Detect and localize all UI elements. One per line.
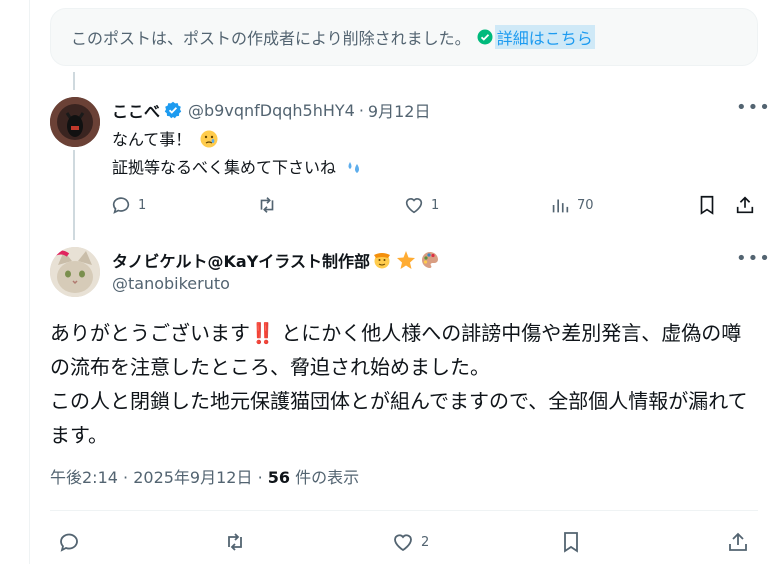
reply-button[interactable] [57, 530, 81, 554]
post-date[interactable]: 2025年9月12日 [133, 468, 252, 487]
palette-emoji-icon [421, 252, 438, 268]
post-author-name[interactable]: タノビケルト@KaYイラスト制作部 [112, 248, 370, 272]
artist-emoji-icon [373, 253, 390, 269]
deleted-notice-text: このポストは、ポストの作成者により削除されました。 [71, 29, 471, 48]
details-link[interactable]: 詳細はこちら [494, 25, 595, 49]
check-circle-icon [477, 29, 493, 45]
views-button[interactable]: 70 [549, 194, 594, 216]
meta-separator: · [358, 100, 364, 120]
share-icon [736, 196, 754, 214]
post-header: タノビケルト@KaYイラスト制作部 [112, 248, 440, 272]
post-timestamp: 午後2:14 · 2025年9月12日 · 56 件の表示 [50, 468, 360, 487]
sweat-droplets-emoji-icon [348, 162, 360, 173]
heart-icon [405, 198, 423, 214]
reply-count: 1 [138, 197, 147, 213]
post-actions: 2 [0, 530, 770, 556]
reply-icon [60, 533, 78, 552]
reply-line-1: なんて事！ [112, 130, 192, 149]
double-exclamation-emoji: ‼️ [250, 321, 275, 345]
share-button[interactable] [734, 194, 756, 216]
share-button[interactable] [726, 530, 750, 554]
avatar-tanobikeruto[interactable] [50, 247, 100, 297]
bookmark-button[interactable] [696, 194, 718, 216]
post-view-count: 56 [267, 468, 290, 487]
reply-line-2: 証拠等なるべく集めて下さいね [112, 158, 337, 177]
verified-badge-icon [164, 101, 182, 119]
reply-date[interactable]: 9月12日 [368, 98, 431, 122]
bookmark-icon [564, 532, 578, 553]
thread-line [73, 72, 75, 90]
reply-header: ここべ @b9vqnfDqqh5hHY4 · 9月12日 [112, 98, 430, 122]
post-text-part3: この人と閉鎖した地元保護猫団体とが組んでますので、全部個人情報が漏れてます。 [50, 389, 748, 447]
post-text-part1: ありがとうございます [50, 321, 250, 345]
repost-button[interactable] [256, 194, 278, 216]
like-button[interactable]: 1 [403, 194, 439, 216]
repost-icon [228, 533, 242, 551]
share-icon [729, 532, 747, 551]
divider [50, 510, 758, 511]
views-count: 70 [577, 197, 594, 213]
like-count: 2 [421, 534, 430, 550]
like-button[interactable]: 2 [391, 530, 429, 554]
left-border [29, 0, 30, 564]
post-author-handle[interactable]: @tanobikeruto [112, 274, 230, 293]
heart-icon [394, 534, 412, 552]
avatar-image [50, 247, 100, 297]
bookmark-icon [700, 195, 714, 215]
avatar-kokobe[interactable] [50, 97, 100, 147]
bookmark-button[interactable] [559, 530, 583, 554]
more-options-icon[interactable]: ••• [736, 98, 770, 118]
reply-handle[interactable]: @b9vqnfDqqh5hHY4 [188, 101, 355, 120]
reply-icon [112, 197, 130, 214]
crying-face-emoji-icon [200, 130, 218, 148]
reply-text: なんて事！ 証拠等なるべく集めて下さいね [112, 126, 363, 182]
repost-icon [260, 197, 274, 213]
more-options-icon[interactable]: ••• [736, 249, 770, 269]
reply-button[interactable]: 1 [110, 194, 146, 216]
post-time[interactable]: 午後2:14 [50, 468, 118, 487]
bar-chart-icon [552, 199, 569, 213]
post-view-label: 件の表示 [295, 468, 360, 487]
like-count: 1 [431, 197, 440, 213]
reply-author-name[interactable]: ここべ [112, 98, 160, 122]
reply-actions: 1 1 70 [0, 194, 770, 220]
avatar-image [50, 97, 100, 147]
repost-button[interactable] [223, 530, 247, 554]
deleted-post-notice: このポストは、ポストの作成者により削除されました。 詳細はこちら [50, 8, 758, 66]
post-text: ありがとうございます‼️ とにかく他人様への誹謗中傷や差別発言、虚偽の噂の流布を… [50, 316, 760, 452]
star-emoji-icon [396, 251, 415, 269]
